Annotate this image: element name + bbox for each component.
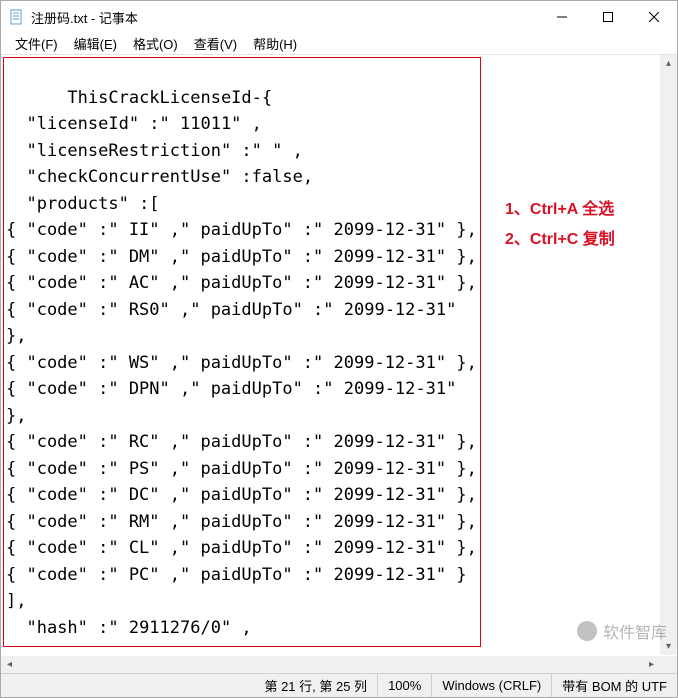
horizontal-scrollbar[interactable]: ◂ ▸ (1, 656, 660, 673)
status-zoom: 100% (378, 674, 432, 697)
watermark: 软件智库 (577, 619, 667, 643)
scroll-up-icon[interactable]: ▴ (660, 55, 677, 72)
menu-help[interactable]: 帮助(H) (245, 32, 305, 55)
menubar: 文件(F) 编辑(E) 格式(O) 查看(V) 帮助(H) (1, 33, 677, 55)
watermark-text: 软件智库 (603, 619, 667, 643)
menu-format[interactable]: 格式(O) (125, 32, 186, 55)
window-title: 注册码.txt - 记事本 (31, 8, 539, 27)
notepad-window: 注册码.txt - 记事本 文件(F) 编辑(E) 格式(O) 查看(V) 帮助… (0, 0, 678, 698)
status-encoding: 带有 BOM 的 UTF (552, 674, 677, 697)
menu-view[interactable]: 查看(V) (186, 32, 245, 55)
editor-text: ThisCrackLicenseId-{ "licenseId" :" 1101… (6, 88, 477, 648)
status-position: 第 21 行, 第 25 列 (254, 674, 378, 697)
menu-file[interactable]: 文件(F) (7, 32, 66, 55)
annotation-line-2: 2、Ctrl+C 复制 (505, 225, 615, 255)
vertical-scrollbar[interactable]: ▴ ▾ (660, 55, 677, 655)
editor-area: ThisCrackLicenseId-{ "licenseId" :" 1101… (1, 55, 677, 673)
annotation-overlay: 1、Ctrl+A 全选 2、Ctrl+C 复制 (505, 195, 615, 255)
notepad-icon (9, 9, 25, 25)
status-lineending: Windows (CRLF) (432, 674, 552, 697)
watermark-icon (577, 621, 597, 641)
titlebar[interactable]: 注册码.txt - 记事本 (1, 1, 677, 33)
scroll-left-icon[interactable]: ◂ (1, 656, 18, 673)
annotation-line-1: 1、Ctrl+A 全选 (505, 195, 615, 225)
menu-edit[interactable]: 编辑(E) (66, 32, 125, 55)
maximize-button[interactable] (585, 1, 631, 33)
statusbar: 第 21 行, 第 25 列 100% Windows (CRLF) 带有 BO… (1, 673, 677, 697)
window-controls (539, 1, 677, 33)
scroll-corner (660, 656, 677, 673)
minimize-button[interactable] (539, 1, 585, 33)
scroll-right-icon[interactable]: ▸ (643, 656, 660, 673)
close-button[interactable] (631, 1, 677, 33)
text-editor[interactable]: ThisCrackLicenseId-{ "licenseId" :" 1101… (3, 57, 481, 647)
